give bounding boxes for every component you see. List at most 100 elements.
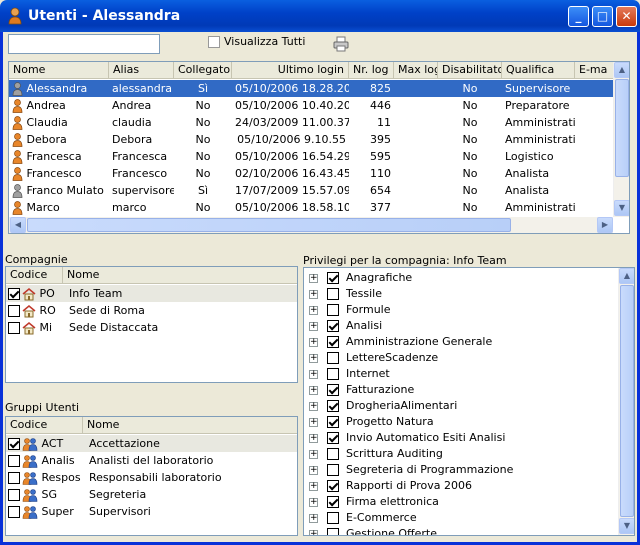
expand-icon[interactable]: + bbox=[309, 418, 318, 427]
privilege-checkbox[interactable] bbox=[327, 528, 339, 535]
privilege-item[interactable]: + Anagrafiche bbox=[304, 270, 616, 286]
companies-table[interactable]: Codice Nome PO Info Team RO Sede di Roma M… bbox=[5, 266, 298, 383]
col-header-nome[interactable]: Nome bbox=[9, 62, 109, 79]
col-header-nome[interactable]: Nome bbox=[83, 417, 297, 434]
privilege-checkbox[interactable] bbox=[327, 352, 339, 364]
privilege-checkbox[interactable] bbox=[327, 272, 339, 284]
privilege-item[interactable]: + Internet bbox=[304, 366, 616, 382]
expand-icon[interactable]: + bbox=[309, 434, 318, 443]
privilege-item[interactable]: + Formule bbox=[304, 302, 616, 318]
user-row[interactable]: Francesca Francesca No 05/10/2006 16.54.29 5… bbox=[9, 148, 613, 165]
privilege-item[interactable]: + Progetto Natura bbox=[304, 414, 616, 430]
scroll-right-button[interactable]: ▶ bbox=[597, 217, 613, 233]
user-row[interactable]: Francesco Francesco No 02/10/2006 16.43.45 1… bbox=[9, 165, 613, 182]
expand-icon[interactable]: + bbox=[309, 306, 318, 315]
search-input[interactable] bbox=[8, 34, 160, 54]
row-checkbox[interactable] bbox=[8, 322, 20, 334]
row-checkbox[interactable] bbox=[8, 438, 20, 450]
user-row[interactable]: Claudia claudia No 24/03/2009 11.00.37 11 No A… bbox=[9, 114, 613, 131]
users-vertical-scrollbar[interactable]: ▲ ▼ bbox=[613, 62, 629, 217]
privilege-checkbox[interactable] bbox=[327, 416, 339, 428]
row-checkbox[interactable] bbox=[8, 288, 20, 300]
privileges-tree[interactable]: + Anagrafiche + Tessile + Formule + Analisi + Amm… bbox=[303, 267, 635, 536]
privilege-item[interactable]: + Rapporti di Prova 2006 bbox=[304, 478, 616, 494]
privilege-checkbox[interactable] bbox=[327, 464, 339, 476]
privilege-checkbox[interactable] bbox=[327, 432, 339, 444]
user-row[interactable]: Alessandra alessandra Sì 05/10/2006 18.28.2… bbox=[9, 80, 613, 97]
scroll-up-button[interactable]: ▲ bbox=[614, 62, 629, 78]
col-header-ultimo-login[interactable]: Ultimo login bbox=[232, 62, 349, 79]
row-checkbox[interactable] bbox=[8, 472, 20, 484]
group-row[interactable]: Super Supervisori bbox=[6, 503, 297, 520]
col-header-qualifica[interactable]: Qualifica bbox=[502, 62, 575, 79]
scroll-down-button[interactable]: ▼ bbox=[614, 200, 629, 216]
privilege-item[interactable]: + Scrittura Auditing bbox=[304, 446, 616, 462]
privilege-item[interactable]: + E-Commerce bbox=[304, 510, 616, 526]
privilege-item[interactable]: + Firma elettronica bbox=[304, 494, 616, 510]
col-header-codice[interactable]: Codice bbox=[6, 267, 63, 284]
expand-icon[interactable]: + bbox=[309, 402, 318, 411]
user-row[interactable]: Franco Mulato supervisore Sì 17/07/2009 15.… bbox=[9, 182, 613, 199]
col-header-alias[interactable]: Alias bbox=[109, 62, 174, 79]
scroll-up-button[interactable]: ▲ bbox=[619, 268, 634, 284]
expand-icon[interactable]: + bbox=[309, 354, 318, 363]
privilege-item[interactable]: + Amministrazione Generale bbox=[304, 334, 616, 350]
row-checkbox[interactable] bbox=[8, 305, 20, 317]
privilege-checkbox[interactable] bbox=[327, 400, 339, 412]
expand-icon[interactable]: + bbox=[309, 386, 318, 395]
expand-icon[interactable]: + bbox=[309, 450, 318, 459]
company-row[interactable]: RO Sede di Roma bbox=[6, 302, 297, 319]
privilege-item[interactable]: + Segreteria di Programmazione bbox=[304, 462, 616, 478]
hscroll-thumb[interactable] bbox=[27, 218, 511, 232]
expand-icon[interactable]: + bbox=[309, 370, 318, 379]
privilege-checkbox[interactable] bbox=[327, 496, 339, 508]
expand-icon[interactable]: + bbox=[309, 274, 318, 283]
company-row[interactable]: PO Info Team bbox=[6, 285, 297, 302]
minimize-button[interactable]: _ bbox=[568, 6, 589, 27]
row-checkbox[interactable] bbox=[8, 489, 20, 501]
expand-icon[interactable]: + bbox=[309, 514, 318, 523]
row-checkbox[interactable] bbox=[8, 455, 20, 467]
maximize-button[interactable]: □ bbox=[592, 6, 613, 27]
user-row[interactable]: Marco marco No 05/10/2006 18.58.10 377 No Ammi… bbox=[9, 199, 613, 216]
company-row[interactable]: Mi Sede Distaccata bbox=[6, 319, 297, 336]
col-header-codice[interactable]: Codice bbox=[6, 417, 83, 434]
privilege-checkbox[interactable] bbox=[327, 336, 339, 348]
printer-icon[interactable] bbox=[333, 36, 349, 52]
expand-icon[interactable]: + bbox=[309, 466, 318, 475]
col-header-nome[interactable]: Nome bbox=[63, 267, 297, 284]
expand-icon[interactable]: + bbox=[309, 530, 318, 535]
col-header-collegato[interactable]: Collegato bbox=[174, 62, 232, 79]
scroll-thumb[interactable] bbox=[615, 79, 629, 177]
expand-icon[interactable]: + bbox=[309, 482, 318, 491]
group-row[interactable]: Respos Responsabili laboratorio bbox=[6, 469, 297, 486]
privilege-checkbox[interactable] bbox=[327, 512, 339, 524]
col-header-disabilitato[interactable]: Disabilitato bbox=[438, 62, 502, 79]
close-button[interactable]: ✕ bbox=[616, 6, 637, 27]
privilege-checkbox[interactable] bbox=[327, 288, 339, 300]
user-row[interactable]: Debora Debora No 05/10/2006 9.10.55 395 No Amm… bbox=[9, 131, 613, 148]
group-row[interactable]: Analis Analisti del laboratorio bbox=[6, 452, 297, 469]
show-all-checkbox[interactable]: Visualizza Tutti bbox=[208, 35, 305, 48]
privilege-item[interactable]: + Analisi bbox=[304, 318, 616, 334]
group-row[interactable]: SG Segreteria bbox=[6, 486, 297, 503]
users-horizontal-scrollbar[interactable]: ◀ ▶ bbox=[9, 217, 613, 233]
expand-icon[interactable]: + bbox=[309, 290, 318, 299]
user-row[interactable]: Andrea Andrea No 05/10/2006 10.40.20 446 No Pr… bbox=[9, 97, 613, 114]
scroll-down-button[interactable]: ▼ bbox=[619, 518, 634, 534]
privilege-checkbox[interactable] bbox=[327, 320, 339, 332]
privilege-item[interactable]: + LettereScadenze bbox=[304, 350, 616, 366]
col-header-nr-log[interactable]: Nr. log bbox=[349, 62, 394, 79]
privilege-item[interactable]: + Fatturazione bbox=[304, 382, 616, 398]
col-header-max-log[interactable]: Max log bbox=[394, 62, 438, 79]
group-row[interactable]: ACT Accettazione bbox=[6, 435, 297, 452]
privileges-scrollbar[interactable]: ▲ ▼ bbox=[618, 268, 634, 535]
show-all-check[interactable] bbox=[208, 36, 220, 48]
privilege-item[interactable]: + Gestione Offerte bbox=[304, 526, 616, 535]
privilege-item[interactable]: + Tessile bbox=[304, 286, 616, 302]
col-header-e-ma[interactable]: E-ma bbox=[575, 62, 615, 79]
privilege-checkbox[interactable] bbox=[327, 448, 339, 460]
privilege-checkbox[interactable] bbox=[327, 384, 339, 396]
groups-table[interactable]: Codice Nome ACT Accettazione Analis Analis… bbox=[5, 416, 298, 536]
scroll-left-button[interactable]: ◀ bbox=[10, 217, 26, 233]
